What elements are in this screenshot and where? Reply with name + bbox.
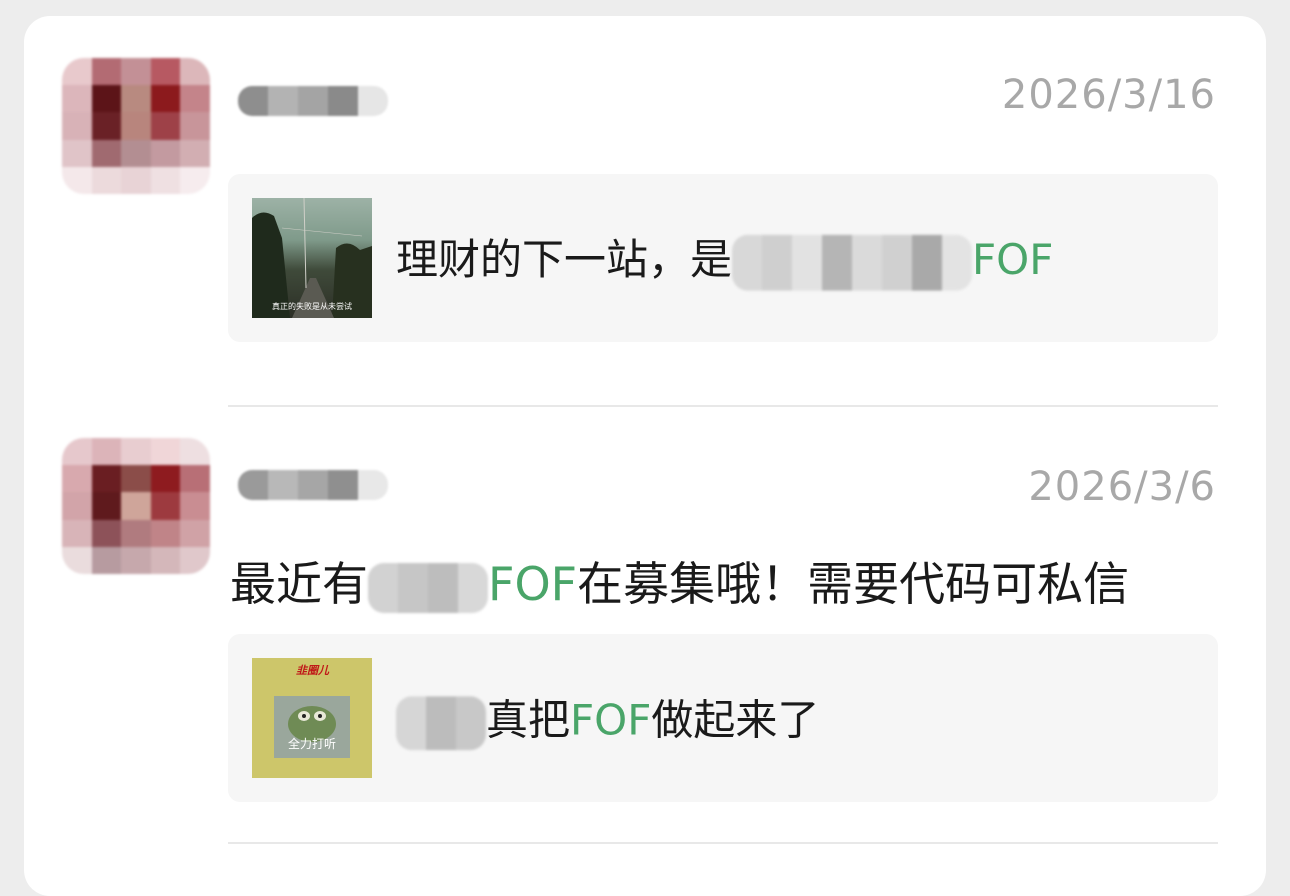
link-title: 理财的下一站，是 FOF [396,226,1053,291]
link-title-highlight: FOF [972,234,1054,284]
post-divider [228,405,1218,407]
link-title-suffix: 做起来了 [651,695,820,745]
link-title-highlight: FOF [570,695,652,745]
link-thumbnail: 韭圈儿 全力打听 [252,658,372,778]
thumbnail-caption: 真正的失败是从未尝试 [272,302,352,311]
post-text-prefix: 最近有 [230,557,368,611]
link-title-prefix: 真把 [486,695,571,745]
avatar[interactable] [62,58,210,194]
redacted-text [396,695,486,750]
redacted-text [368,562,488,613]
avatar[interactable] [62,438,210,574]
post-text: 最近有 FOF在募集哦！需要代码可私信 [230,548,1129,614]
shared-link-card[interactable]: 韭圈儿 全力打听 真把FOF做起来了 [228,634,1218,802]
link-title-prefix: 理财的下一站，是 [396,234,733,284]
post-divider [228,842,1218,844]
post-text-highlight: FOF [488,557,578,611]
redacted-text [732,234,973,291]
post-date: 2026/3/16 [1001,72,1216,118]
post-text-suffix: 在募集哦！需要代码可私信 [577,557,1130,611]
thumbnail-caption: 全力打听 [287,737,336,751]
shared-link-card[interactable]: 真正的失败是从未尝试 理财的下一站，是 FOF [228,174,1218,342]
link-thumbnail: 真正的失败是从未尝试 [252,198,372,318]
feed-card: 2026/3/16 真正的失败是从未尝试 理财的下一站，是 FOF 2026/3… [24,16,1266,896]
nickname-redacted[interactable] [238,86,388,116]
nickname-redacted[interactable] [238,470,388,500]
link-title: 真把FOF做起来了 [396,686,819,750]
post-date: 2026/3/6 [1028,464,1216,510]
